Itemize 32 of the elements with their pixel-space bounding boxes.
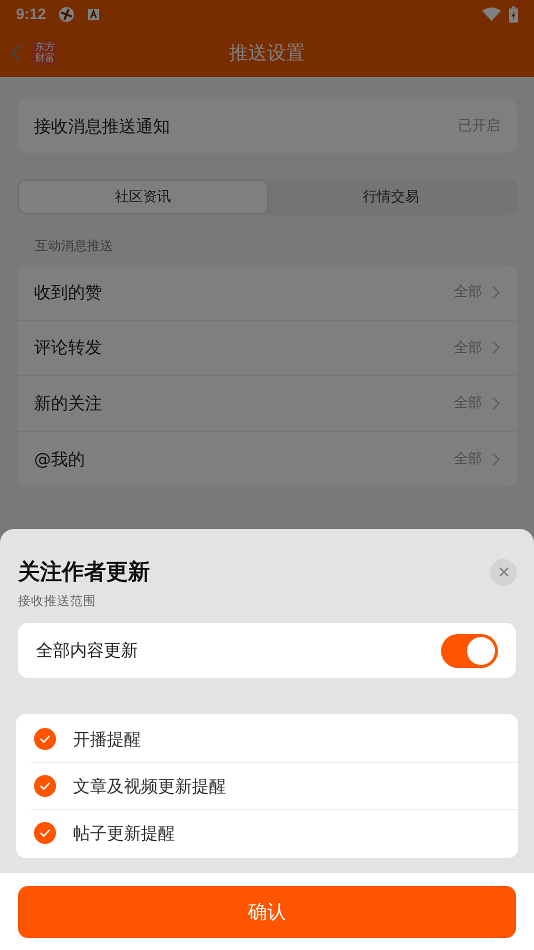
row-label: 收到的赞 bbox=[34, 282, 103, 304]
page-title: 推送设置 bbox=[229, 40, 305, 66]
tab[interactable]: 社区资讯 bbox=[19, 181, 267, 213]
clock-time: 9:12 bbox=[16, 6, 46, 22]
option-label: 开播提醒 bbox=[73, 728, 141, 750]
keyboard-icon bbox=[87, 8, 100, 20]
toggle-switch[interactable] bbox=[441, 634, 498, 668]
app-notification-icon bbox=[58, 6, 76, 22]
row-label: 新的关注 bbox=[34, 392, 103, 415]
setting-label: 接收消息推送通知 bbox=[34, 116, 170, 138]
option-label: 文章及视频更新提醒 bbox=[73, 776, 226, 798]
checked-checkbox[interactable] bbox=[34, 775, 56, 797]
chevron-icon[interactable] bbox=[492, 341, 500, 354]
section-title: 互动消息推送 bbox=[35, 238, 114, 255]
option-label: 帖子更新提醒 bbox=[73, 822, 175, 844]
tab[interactable]: 行情交易 bbox=[267, 181, 515, 213]
chevron-icon[interactable] bbox=[492, 452, 500, 466]
row-label: 评论转发 bbox=[34, 337, 103, 360]
wifi-icon bbox=[482, 6, 501, 22]
chevron-icon[interactable] bbox=[492, 396, 500, 410]
toggle-label: 全部内容更新 bbox=[36, 640, 138, 662]
checked-checkbox[interactable] bbox=[34, 822, 56, 844]
app-logo: 东方财富 bbox=[32, 40, 58, 64]
battery-icon bbox=[509, 6, 518, 22]
chevron-icon[interactable] bbox=[492, 286, 500, 299]
row-label: @我的 bbox=[34, 448, 86, 471]
confirm-button[interactable]: 确认 bbox=[18, 886, 516, 938]
sheet-title: 关注作者更新 bbox=[18, 559, 150, 587]
close-icon bbox=[498, 567, 508, 577]
sheet-subtitle: 接收推送范围 bbox=[18, 593, 97, 610]
close-button[interactable] bbox=[490, 558, 517, 586]
checked-checkbox[interactable] bbox=[34, 728, 56, 750]
